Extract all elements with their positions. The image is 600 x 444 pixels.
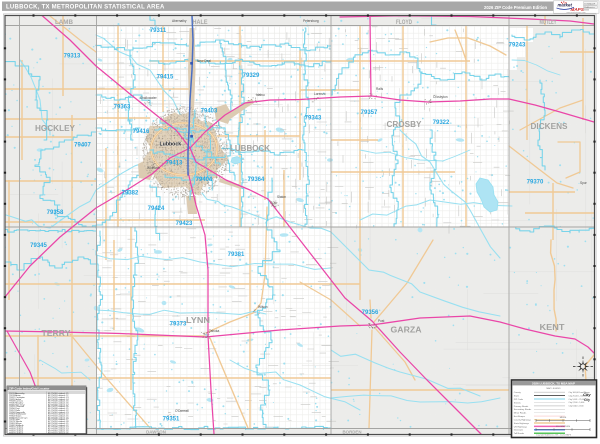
- svg-text:Wilson: Wilson: [258, 305, 268, 309]
- svg-text:City 2,500 - 5,000: City 2,500 - 5,000: [569, 401, 586, 404]
- svg-text:Slaton: Slaton: [277, 195, 286, 199]
- svg-text:New Deal: New Deal: [197, 59, 211, 63]
- svg-text:79364: 79364: [248, 177, 265, 183]
- svg-text:79404: 79404: [196, 177, 213, 183]
- svg-text:Toll Roads: Toll Roads: [514, 433, 525, 435]
- svg-text:79322: 79322: [433, 120, 450, 126]
- svg-text:City: City: [584, 398, 590, 402]
- svg-text:LAMB: LAMB: [55, 19, 73, 26]
- svg-text:MOTLEY: MOTLEY: [540, 19, 557, 26]
- svg-text:City: City: [583, 392, 591, 397]
- svg-text:79357: 79357: [361, 110, 378, 116]
- svg-text:79345: 79345: [30, 243, 47, 249]
- svg-text:State Highways: State Highways: [514, 422, 530, 425]
- svg-text:79403: 79403: [201, 109, 218, 115]
- svg-text:Shallowater: Shallowater: [140, 96, 158, 100]
- svg-text:79343: 79343: [305, 116, 322, 122]
- svg-text:79407: 79407: [74, 143, 91, 149]
- svg-text:ZIP Code Index/Grid Locator: ZIP Code Index/Grid Locator: [9, 386, 50, 390]
- svg-text:MidAmerica: MidAmerica: [584, 6, 595, 9]
- svg-text:BORDEN: BORDEN: [342, 430, 361, 435]
- svg-text:HALE: HALE: [193, 19, 209, 26]
- svg-text:Post: Post: [378, 319, 384, 323]
- svg-text:HOCKLEY: HOCKLEY: [35, 123, 75, 133]
- svg-text:KILOMETERS: KILOMETERS: [556, 426, 571, 428]
- svg-text:MAP LEGEND: MAP LEGEND: [546, 387, 561, 390]
- svg-text:B4 79411 Lubbock C6: B4 79411 Lubbock C6: [48, 432, 69, 434]
- svg-text:DICKENS: DICKENS: [531, 121, 568, 131]
- svg-text:Tahoka: Tahoka: [209, 329, 220, 333]
- svg-text:KENT: KENT: [540, 322, 566, 332]
- svg-text:79370: 79370: [527, 180, 544, 186]
- svg-text:2026 LUBBOCK, TX MSA MAP: 2026 LUBBOCK, TX MSA MAP: [532, 382, 575, 386]
- svg-text:Wolfforth: Wolfforth: [147, 166, 160, 170]
- svg-text:79381: 79381: [228, 252, 245, 258]
- svg-text:DAWSON: DAWSON: [146, 430, 166, 435]
- svg-text:2026 ZIP Code Premium Edition: 2026 ZIP Code Premium Edition: [484, 5, 547, 10]
- svg-text:79363: 79363: [114, 105, 131, 111]
- svg-text:79382: 79382: [122, 191, 139, 197]
- svg-text:City Under 2,500: City Under 2,500: [569, 405, 585, 408]
- svg-text:79424: 79424: [148, 206, 165, 212]
- svg-text:O'Donnell: O'Donnell: [175, 409, 189, 413]
- svg-text:Interstate: Interstate: [514, 429, 524, 432]
- svg-text:Exit Ramps: Exit Ramps: [514, 415, 526, 418]
- svg-text:79413: 79413: [166, 161, 183, 167]
- svg-text:US Highways: US Highways: [514, 426, 528, 428]
- svg-text:Minor Roads: Minor Roads: [514, 412, 527, 415]
- svg-text:CROSBY: CROSBY: [387, 119, 422, 129]
- svg-text:MILES: MILES: [560, 417, 567, 419]
- svg-text:State: State: [514, 395, 520, 398]
- svg-text:www.marketmaps.com: www.marketmaps.com: [567, 11, 586, 14]
- svg-text:Idalou: Idalou: [256, 93, 265, 97]
- svg-text:79415: 79415: [157, 75, 174, 81]
- svg-text:Primary Roads: Primary Roads: [514, 405, 529, 408]
- svg-text:TX MSA ZIP: TX MSA ZIP: [584, 2, 596, 5]
- svg-text:County: County: [514, 391, 522, 394]
- svg-text:Secondary Roads: Secondary Roads: [514, 408, 532, 411]
- svg-text:Crosbyton: Crosbyton: [433, 95, 448, 99]
- svg-text:LUBBOCK, TX METROPOLITAN STATI: LUBBOCK, TX METROPOLITAN STATISTICAL ARE…: [6, 5, 165, 11]
- svg-text:79423: 79423: [176, 221, 193, 227]
- svg-text:FLOYD: FLOYD: [396, 19, 412, 26]
- svg-text:Spur: Spur: [580, 181, 588, 185]
- svg-text:LUBBOCK: LUBBOCK: [230, 143, 271, 153]
- svg-text:Lubbock: Lubbock: [160, 142, 182, 148]
- svg-text:79416: 79416: [133, 129, 150, 135]
- svg-text:79243: 79243: [509, 43, 526, 49]
- svg-text:79351: 79351: [163, 417, 180, 423]
- svg-text:79358: 79358: [47, 210, 64, 216]
- svg-text:79311: 79311: [150, 28, 167, 34]
- svg-text:LYNN: LYNN: [186, 315, 210, 325]
- svg-text:TERRY: TERRY: [42, 328, 71, 338]
- svg-text:Copyright MidAmerica GIS - mar: Copyright MidAmerica GIS - marketMAPS: [536, 434, 572, 437]
- svg-text:Lorenzo: Lorenzo: [314, 92, 326, 96]
- svg-text:ZIP Code: ZIP Code: [514, 399, 524, 401]
- svg-text:79407 Lubbock: 79407 Lubbock: [9, 432, 24, 434]
- svg-text:GARZA: GARZA: [391, 325, 422, 335]
- svg-text:Petersburg: Petersburg: [303, 19, 319, 23]
- svg-text:Streets: Streets: [514, 401, 522, 404]
- svg-text:79313: 79313: [64, 54, 81, 60]
- svg-text:County Highways: County Highways: [514, 419, 532, 422]
- svg-text:Abernathy: Abernathy: [172, 19, 187, 23]
- svg-text:79373: 79373: [170, 322, 187, 328]
- svg-text:79356: 79356: [362, 310, 379, 316]
- svg-text:Ralls: Ralls: [376, 87, 383, 91]
- svg-text:79329: 79329: [243, 73, 260, 79]
